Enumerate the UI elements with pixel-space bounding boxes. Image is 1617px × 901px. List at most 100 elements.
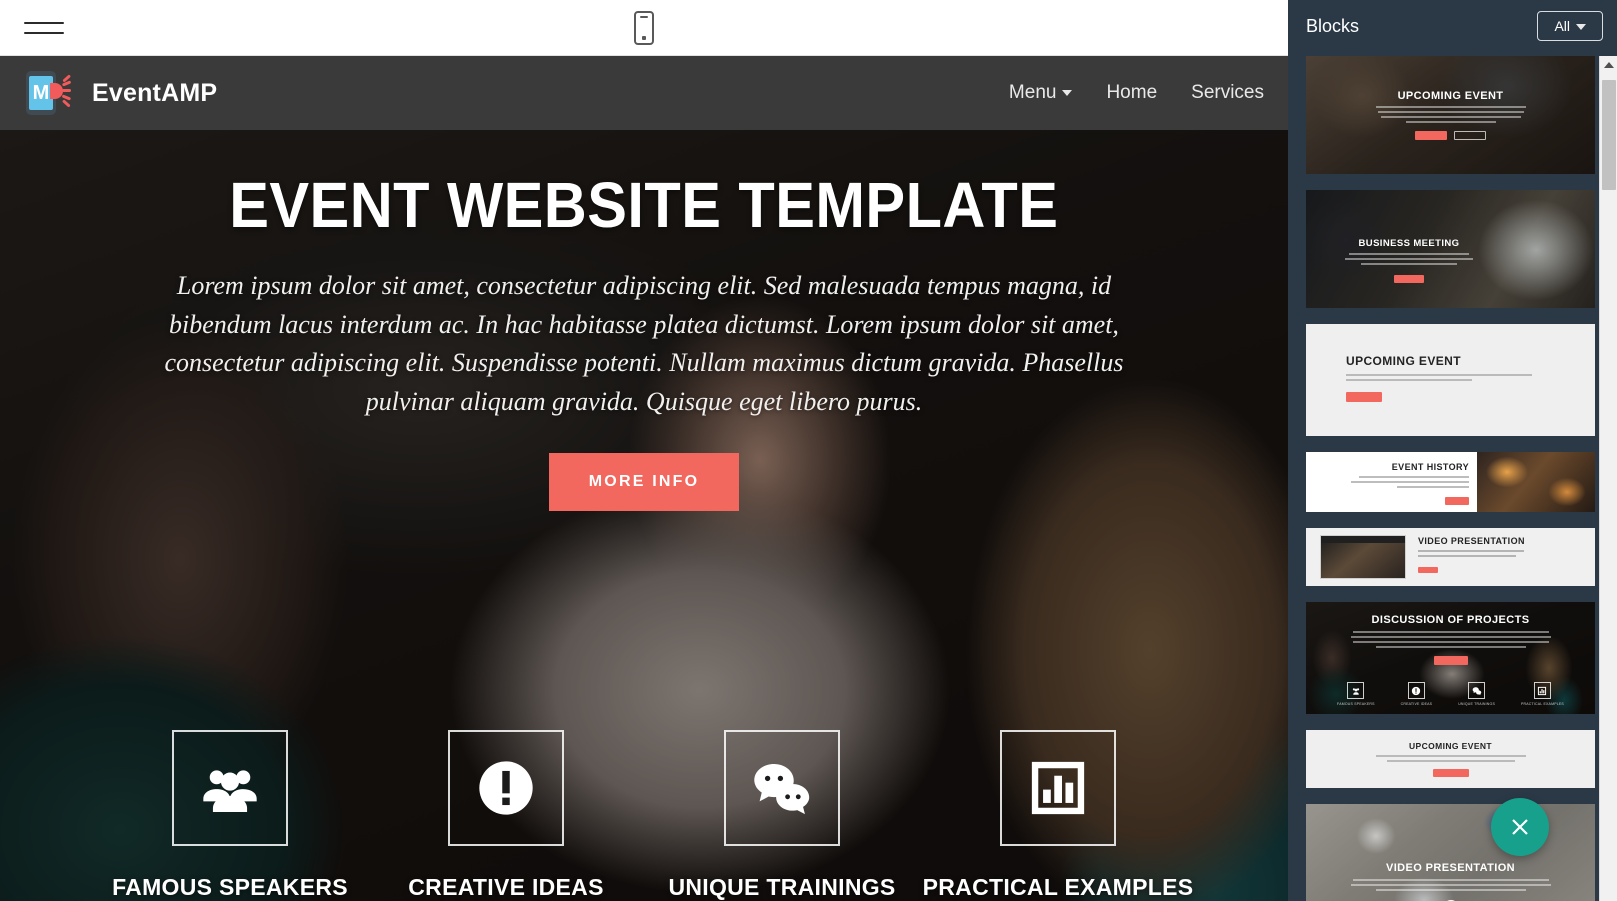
- scrollbar-thumb[interactable]: [1602, 80, 1616, 190]
- group-people-icon: [203, 770, 257, 812]
- block-thumbnail-discussion-of-projects[interactable]: DISCUSSION OF PROJECTS FAMOUS SPEAKERS C…: [1306, 602, 1595, 714]
- block-buttons: [1314, 270, 1504, 288]
- exclamation-circle-icon: [479, 761, 533, 815]
- panel-scrollbar[interactable]: [1599, 56, 1617, 901]
- feature-icon-box: [448, 730, 564, 846]
- block-button: [1445, 497, 1469, 505]
- block-title: UPCOMING EVENT: [1346, 354, 1461, 368]
- nav-item-home[interactable]: Home: [1106, 82, 1157, 104]
- block-buttons: [1415, 131, 1486, 140]
- site-preview: M EventAMP Menu Home Services EVENT WEBS…: [0, 56, 1288, 901]
- chat-bubbles-icon: [1472, 686, 1481, 695]
- eventamp-logo-icon: M: [24, 67, 76, 119]
- block-feature-label: UNIQUE TRAININGS: [1458, 702, 1495, 706]
- block-title: UPCOMING EVENT: [1397, 90, 1504, 102]
- block-body-lines: [1350, 631, 1551, 651]
- block-title: BUSINESS MEETING: [1358, 238, 1460, 249]
- more-info-button[interactable]: MORE INFO: [548, 453, 740, 512]
- block-button: [1394, 275, 1424, 283]
- site-navbar: M EventAMP Menu Home Services: [0, 56, 1288, 130]
- block-feature: CREATIVE IDEAS: [1401, 682, 1433, 706]
- block-feature-icons: FAMOUS SPEAKERS CREATIVE IDEAS UNIQUE TR…: [1306, 682, 1595, 706]
- feature-icon-box: [172, 730, 288, 846]
- app-root: M EventAMP Menu Home Services EVENT WEBS…: [0, 0, 1617, 901]
- brand[interactable]: M EventAMP: [24, 67, 217, 119]
- block-thumbnail-video-presentation-split[interactable]: VIDEO PRESENTATION: [1306, 528, 1595, 586]
- block-buttons: [1346, 389, 1536, 407]
- blocks-panel-header: Blocks All: [1288, 0, 1617, 52]
- feature-label: UNIQUE TRAININGS: [668, 874, 896, 900]
- hero-features: FAMOUS SPEAKERS CREATIVE IDEAS UNIQUE TR…: [0, 730, 1288, 901]
- block-body-lines: [1418, 550, 1581, 558]
- nav-item-menu[interactable]: Menu: [1009, 82, 1073, 104]
- chat-bubbles-icon: [754, 764, 810, 815]
- block-feature: FAMOUS SPEAKERS: [1337, 682, 1375, 706]
- scroll-up-arrow-icon[interactable]: [1600, 56, 1617, 73]
- hero-paragraph: Lorem ipsum dolor sit amet, consectetur …: [164, 271, 1124, 416]
- top-toolbar: [0, 0, 1288, 56]
- blocks-filter-label: All: [1554, 18, 1570, 34]
- logo-ray: [62, 89, 71, 92]
- toolbar-center: [0, 0, 1288, 56]
- chevron-down-icon: [1062, 89, 1073, 96]
- brand-name: EventAMP: [92, 78, 218, 107]
- block-thumbnail-upcoming-event-hero[interactable]: UPCOMING EVENT: [1306, 56, 1595, 174]
- bar-chart-icon: [1031, 761, 1085, 815]
- block-body-lines: [1350, 879, 1551, 894]
- hamburger-menu-icon[interactable]: [24, 12, 66, 44]
- nav-links: Menu Home Services: [1009, 82, 1264, 104]
- block-button: [1433, 656, 1468, 665]
- block-button: [1415, 131, 1447, 140]
- block-thumbnail-event-history[interactable]: EVENT HISTORY: [1306, 452, 1595, 512]
- exclamation-circle-icon: [1412, 686, 1421, 695]
- block-title: UPCOMING EVENT: [1408, 741, 1493, 751]
- bar-chart-icon: [1538, 686, 1547, 695]
- block-body-lines: [1375, 755, 1526, 765]
- feature-unique-trainings[interactable]: UNIQUE TRAININGS: [668, 730, 895, 901]
- hamburger-line: [24, 21, 64, 24]
- mobile-phone-icon[interactable]: [634, 11, 654, 45]
- block-thumbnail-upcoming-event-light[interactable]: UPCOMING EVENT: [1306, 324, 1595, 436]
- block-title: VIDEO PRESENTATION: [1385, 862, 1516, 874]
- blocks-panel-title: Blocks: [1306, 15, 1360, 36]
- block-button: [1454, 131, 1486, 140]
- block-button: [1432, 769, 1469, 777]
- block-body-lines: [1314, 253, 1504, 265]
- block-buttons: [1319, 492, 1469, 510]
- page-title: EVENT WEBSITE TEMPLATE: [229, 169, 1059, 241]
- block-button: [1418, 567, 1438, 574]
- feature-label: PRACTICAL EXAMPLES: [922, 874, 1194, 900]
- feature-creative-ideas[interactable]: CREATIVE IDEAS: [398, 730, 614, 901]
- feature-icon-box: [1000, 730, 1116, 846]
- close-panel-button[interactable]: [1491, 798, 1549, 856]
- nav-item-services[interactable]: Services: [1191, 82, 1264, 104]
- block-body-lines: [1375, 106, 1526, 126]
- block-title: EVENT HISTORY: [1391, 462, 1469, 472]
- block-thumbnail-business-meeting[interactable]: BUSINESS MEETING: [1306, 190, 1595, 308]
- block-thumbnail-upcoming-event-centered[interactable]: UPCOMING EVENT: [1306, 730, 1595, 788]
- block-thumbnail-video: [1320, 535, 1406, 579]
- block-thumbnail-image: [1477, 452, 1595, 512]
- logo-ray: [62, 99, 71, 108]
- block-body-lines: [1319, 476, 1469, 488]
- group-people-icon: [1352, 687, 1360, 695]
- block-body-lines: [1346, 374, 1536, 381]
- block-feature-label: FAMOUS SPEAKERS: [1337, 702, 1375, 706]
- blocks-list[interactable]: UPCOMING EVENT BUSINESS MEETING UPCOMING…: [1288, 52, 1617, 901]
- chevron-down-icon: [1576, 24, 1586, 31]
- block-title: DISCUSSION OF PROJECTS: [1371, 614, 1530, 626]
- block-button: [1346, 392, 1382, 402]
- hero-section: EVENT WEBSITE TEMPLATE Lorem ipsum dolor…: [0, 130, 1288, 901]
- feature-practical-examples[interactable]: PRACTICAL EXAMPLES: [923, 730, 1193, 901]
- close-icon: [1512, 819, 1528, 835]
- blocks-filter-dropdown[interactable]: All: [1537, 11, 1603, 41]
- block-feature: PRACTICAL EXAMPLES: [1521, 682, 1564, 706]
- feature-famous-speakers[interactable]: FAMOUS SPEAKERS: [112, 730, 348, 901]
- hamburger-line: [24, 31, 64, 34]
- block-title: VIDEO PRESENTATION: [1418, 535, 1525, 546]
- feature-label: CREATIVE IDEAS: [408, 874, 604, 900]
- feature-icon-box: [724, 730, 840, 846]
- block-thumbnail-video-presentation-hero[interactable]: VIDEO PRESENTATION: [1306, 804, 1595, 901]
- feature-label: FAMOUS SPEAKERS: [112, 874, 348, 900]
- block-feature: UNIQUE TRAININGS: [1458, 682, 1495, 706]
